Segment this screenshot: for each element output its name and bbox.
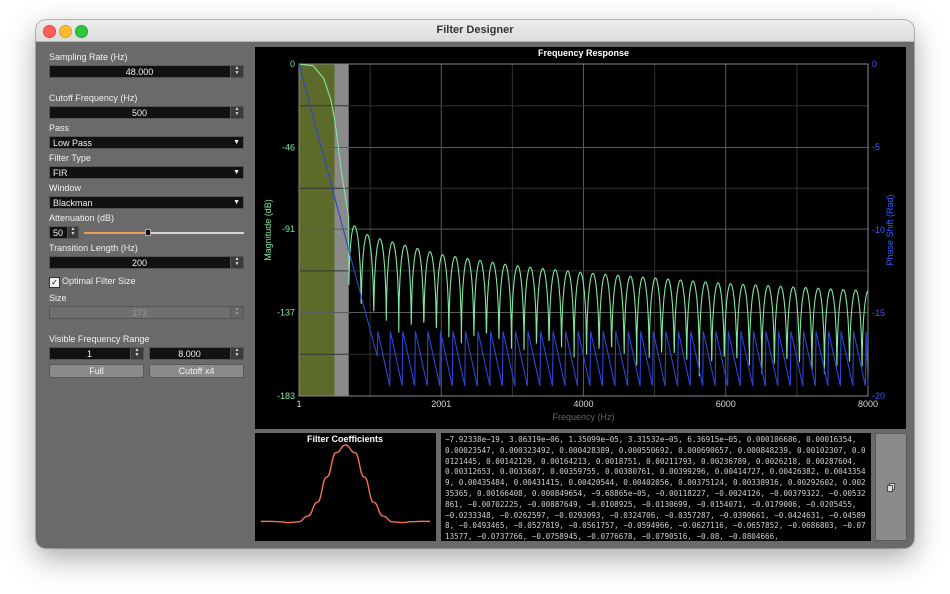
x-tick-label: 6000 (716, 399, 736, 409)
y2-tick-label: -15 (872, 308, 885, 318)
coefficients-textbox[interactable]: −7.92338e−19, 3.06319e−06, 1.35099e−05, … (441, 433, 871, 541)
sampling-rate-spinbox[interactable]: 48.000 ▲ ▼ (49, 65, 244, 78)
caret-down-icon: ▼ (233, 199, 240, 206)
spin-arrows-icon[interactable]: ▲ ▼ (67, 227, 78, 238)
spin-arrows-icon[interactable]: ▲ ▼ (230, 107, 243, 118)
y2-axis-label: Phase Shift (Rad) (885, 194, 895, 265)
window-combobox[interactable]: Blackman ▼ (49, 196, 244, 209)
spin-arrows-icon[interactable]: ▲ ▼ (130, 348, 143, 359)
attenuation-spinbox[interactable]: 50 ▲ ▼ (49, 226, 79, 239)
cutoff-frequency-spinbox[interactable]: 500 ▲ ▼ (49, 106, 244, 119)
filter-type-combobox[interactable]: FIR ▼ (49, 166, 244, 179)
transition-length-spinbox[interactable]: 200 ▲ ▼ (49, 256, 244, 269)
pass-combobox[interactable]: Low Pass ▼ (49, 136, 244, 149)
pass-value: Low Pass (53, 138, 93, 148)
check-icon[interactable]: ✓ (49, 277, 60, 288)
chart-title: Frequency Response (538, 48, 629, 58)
y-tick-label: -137 (277, 308, 295, 318)
sampling-rate-value: 48.000 (125, 67, 154, 77)
x-axis-label: Frequency (Hz) (552, 412, 614, 422)
window-value: Blackman (53, 198, 93, 208)
visible-frequency-range-label: Visible Frequency Range (49, 334, 150, 344)
attenuation-label: Attenuation (dB) (49, 213, 115, 223)
slider-fill (84, 232, 148, 234)
app-window: Filter Designer Sampling Rate (Hz) 48.00… (36, 20, 914, 548)
y2-tick-label: -5 (872, 142, 880, 152)
range-max-spinbox[interactable]: 8.000 ▲ ▼ (149, 347, 244, 360)
y2-tick-label: -20 (872, 391, 885, 401)
range-max-value: 8.000 (178, 349, 201, 359)
spin-arrows-icon[interactable]: ▲ ▼ (230, 257, 243, 268)
size-value: 273 (131, 308, 148, 318)
title-bar: Filter Designer (36, 20, 914, 42)
optimal-filter-size-label: Optimal Filter Size (62, 276, 136, 286)
passband-region (299, 64, 335, 396)
y-tick-label: -183 (277, 391, 295, 401)
attenuation-slider[interactable] (84, 226, 244, 239)
cutoff-frequency-label: Cutoff Frequency (Hz) (49, 93, 138, 103)
window-label: Window (49, 183, 82, 193)
cutoff-frequency-value: 500 (131, 108, 148, 118)
y2-tick-label: 0 (872, 59, 877, 69)
caret-down-icon: ▼ (233, 169, 240, 176)
x-tick-label: 4000 (573, 399, 593, 409)
spin-arrows-icon[interactable]: ▲ ▼ (230, 66, 243, 77)
transition-length-value: 200 (131, 258, 148, 268)
y-tick-label: -91 (282, 224, 295, 234)
copy-icon (887, 483, 895, 492)
coefficients-line (261, 444, 430, 524)
filter-type-value: FIR (53, 168, 68, 178)
caret-down-icon: ▼ (233, 139, 240, 146)
y-tick-label: 0 (290, 59, 295, 69)
x-tick-label: 1 (296, 399, 301, 409)
attenuation-value: 50 (52, 228, 63, 238)
frequency-response-chart[interactable]: 1 2001 4000 6000 8000 0 -46 -91 -137 -183 0 -5 -10 -1… (255, 47, 906, 429)
size-label: Size (49, 293, 67, 303)
copy-coefficients-button[interactable] (875, 433, 907, 541)
filter-coefficients-svg: Filter Coefficients (261, 434, 430, 524)
y-axis-label: Magnitude (dB) (263, 199, 273, 261)
filter-coefficients-chart: Filter Coefficients (255, 433, 436, 541)
filter-type-label: Filter Type (49, 153, 91, 163)
x-tick-label: 2001 (431, 399, 451, 409)
cutoff-x4-button[interactable]: Cutoff x4 (149, 364, 244, 378)
full-range-button[interactable]: Full (49, 364, 144, 378)
range-min-value: 1 (86, 349, 92, 359)
spin-arrows-icon[interactable]: ▲ ▼ (230, 348, 243, 359)
transition-band-region (334, 64, 349, 396)
y2-tick-label: -10 (872, 225, 885, 235)
size-spinbox: 273 ▲ ▼ (49, 306, 244, 319)
y-tick-label: -46 (282, 142, 295, 152)
spin-arrows-icon: ▲ ▼ (230, 307, 243, 318)
frequency-response-svg: 1 2001 4000 6000 80000-46-91-137-1830-5-10-1… (263, 48, 895, 422)
slider-handle[interactable] (145, 229, 151, 236)
window-title: Filter Designer (436, 24, 514, 36)
range-min-spinbox[interactable]: 1 ▲ ▼ (49, 347, 144, 360)
sampling-rate-label: Sampling Rate (Hz) (49, 52, 128, 62)
pass-label: Pass (49, 123, 70, 133)
transition-length-label: Transition Length (Hz) (49, 243, 138, 253)
coef-chart-title: Filter Coefficients (307, 434, 383, 444)
